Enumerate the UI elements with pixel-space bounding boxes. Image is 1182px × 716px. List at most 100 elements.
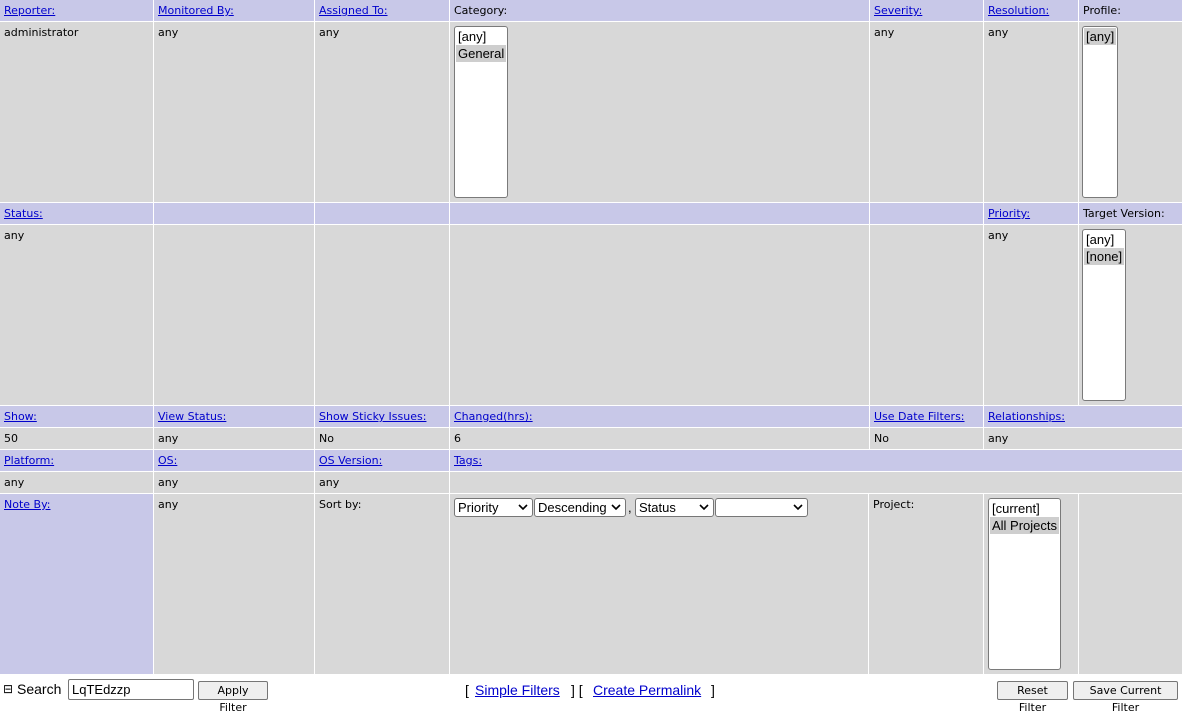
empty-header bbox=[870, 203, 983, 224]
sort1-field-select[interactable]: Priority bbox=[454, 498, 533, 517]
sort-by-cell: Priority Descending , Status bbox=[450, 494, 868, 674]
category-option-general[interactable]: General bbox=[456, 45, 506, 62]
changed-link[interactable]: Changed(hrs): bbox=[454, 410, 533, 423]
priority-cell: any bbox=[984, 225, 1078, 405]
show-sticky-header: Show Sticky Issues: bbox=[315, 406, 449, 427]
show-sticky-cell: No bbox=[315, 428, 449, 449]
show-sticky-link[interactable]: Show Sticky Issues: bbox=[319, 410, 426, 423]
tags-header: Tags: bbox=[450, 450, 1182, 471]
save-current-filter-button[interactable]: Save Current Filter bbox=[1073, 681, 1178, 714]
use-date-filters-link[interactable]: Use Date Filters: bbox=[874, 410, 965, 423]
filter-grid: Reporter: Monitored By: Assigned To: Cat… bbox=[0, 0, 1182, 674]
view-status-link[interactable]: View Status: bbox=[158, 410, 226, 423]
create-permalink-link[interactable]: Create Permalink bbox=[593, 682, 701, 698]
priority-value: any bbox=[988, 229, 1009, 242]
note-by-header: Note By: bbox=[0, 494, 153, 674]
empty-cell bbox=[1079, 494, 1182, 674]
target-version-option-none[interactable]: [none] bbox=[1084, 248, 1124, 265]
reporter-value: administrator bbox=[4, 26, 79, 39]
profile-listbox[interactable]: [any] bbox=[1082, 26, 1118, 198]
severity-link[interactable]: Severity: bbox=[874, 4, 922, 17]
sort-by-label-cell: Sort by: bbox=[315, 494, 449, 674]
search-input[interactable] bbox=[68, 679, 194, 700]
platform-link[interactable]: Platform: bbox=[4, 454, 54, 467]
project-option-current[interactable]: [current] bbox=[990, 500, 1059, 517]
apply-filter-button[interactable]: Apply Filter bbox=[198, 681, 268, 714]
view-status-cell: any bbox=[154, 428, 314, 449]
bracket-close: ] bbox=[711, 682, 715, 698]
show-cell: 50 bbox=[0, 428, 153, 449]
profile-cell: [any] bbox=[1079, 22, 1182, 202]
show-sticky-value: No bbox=[319, 432, 334, 445]
priority-link[interactable]: Priority: bbox=[988, 207, 1030, 220]
monitored-by-cell: any bbox=[154, 22, 314, 202]
empty-cell bbox=[315, 225, 449, 405]
empty-cell bbox=[870, 225, 983, 405]
monitored-by-link[interactable]: Monitored By: bbox=[158, 4, 234, 17]
show-link[interactable]: Show: bbox=[4, 410, 37, 423]
os-cell: any bbox=[154, 472, 314, 493]
status-link[interactable]: Status: bbox=[4, 207, 43, 220]
chevron-down-icon bbox=[793, 504, 803, 511]
empty-header bbox=[154, 203, 314, 224]
note-by-link[interactable]: Note By: bbox=[4, 498, 51, 511]
category-label: Category: bbox=[454, 4, 508, 17]
tags-cell bbox=[450, 472, 1182, 493]
empty-header bbox=[450, 203, 869, 224]
category-header: Category: bbox=[450, 0, 869, 21]
project-option-all[interactable]: All Projects bbox=[990, 517, 1059, 534]
target-version-cell: [any] [none] bbox=[1079, 225, 1182, 405]
resolution-link[interactable]: Resolution: bbox=[988, 4, 1049, 17]
assigned-to-value: any bbox=[319, 26, 340, 39]
reporter-header: Reporter: bbox=[0, 0, 153, 21]
sort1-direction-select[interactable]: Descending bbox=[534, 498, 626, 517]
chevron-down-icon bbox=[518, 504, 528, 511]
sort2-field-select[interactable]: Status bbox=[635, 498, 714, 517]
reporter-link[interactable]: Reporter: bbox=[4, 4, 55, 17]
changed-value: 6 bbox=[454, 432, 461, 445]
assigned-to-link[interactable]: Assigned To: bbox=[319, 4, 388, 17]
os-version-link[interactable]: OS Version: bbox=[319, 454, 382, 467]
chevron-down-icon bbox=[611, 504, 621, 511]
category-option-any[interactable]: [any] bbox=[456, 28, 506, 45]
category-listbox[interactable]: [any] General bbox=[454, 26, 508, 198]
target-version-header: Target Version: bbox=[1079, 203, 1182, 224]
os-value: any bbox=[158, 476, 179, 489]
target-version-listbox[interactable]: [any] [none] bbox=[1082, 229, 1126, 401]
changed-cell: 6 bbox=[450, 428, 869, 449]
resolution-value: any bbox=[988, 26, 1009, 39]
profile-header: Profile: bbox=[1079, 0, 1182, 21]
os-version-value: any bbox=[319, 476, 340, 489]
view-status-value: any bbox=[158, 432, 179, 445]
status-cell: any bbox=[0, 225, 153, 405]
relationships-link[interactable]: Relationships: bbox=[988, 410, 1065, 423]
platform-cell: any bbox=[0, 472, 153, 493]
resolution-cell: any bbox=[984, 22, 1078, 202]
empty-header bbox=[315, 203, 449, 224]
platform-value: any bbox=[4, 476, 25, 489]
os-link[interactable]: OS: bbox=[158, 454, 177, 467]
collapse-icon[interactable]: ⊟ bbox=[3, 682, 13, 696]
changed-header: Changed(hrs): bbox=[450, 406, 869, 427]
target-version-option-any[interactable]: [any] bbox=[1084, 231, 1124, 248]
monitored-by-header: Monitored By: bbox=[154, 0, 314, 21]
simple-filters-link[interactable]: Simple Filters bbox=[475, 682, 560, 698]
profile-option-any[interactable]: [any] bbox=[1084, 28, 1116, 45]
use-date-filters-header: Use Date Filters: bbox=[870, 406, 983, 427]
sort2-direction-select[interactable] bbox=[715, 498, 808, 517]
reset-filter-button[interactable]: Reset Filter bbox=[997, 681, 1068, 714]
monitored-by-value: any bbox=[158, 26, 179, 39]
use-date-filters-value: No bbox=[874, 432, 889, 445]
note-by-value: any bbox=[158, 498, 179, 511]
severity-header: Severity: bbox=[870, 0, 983, 21]
sort-by-label: Sort by: bbox=[319, 498, 362, 511]
sort1-field-value: Priority bbox=[458, 500, 499, 515]
assigned-to-cell: any bbox=[315, 22, 449, 202]
show-header: Show: bbox=[0, 406, 153, 427]
project-listbox[interactable]: [current] All Projects bbox=[988, 498, 1061, 670]
os-version-cell: any bbox=[315, 472, 449, 493]
os-version-header: OS Version: bbox=[315, 450, 449, 471]
filter-footer: ⊟ Search Apply Filter [ Simple Filters ]… bbox=[0, 674, 1182, 714]
tags-link[interactable]: Tags: bbox=[454, 454, 482, 467]
use-date-filters-cell: No bbox=[870, 428, 983, 449]
